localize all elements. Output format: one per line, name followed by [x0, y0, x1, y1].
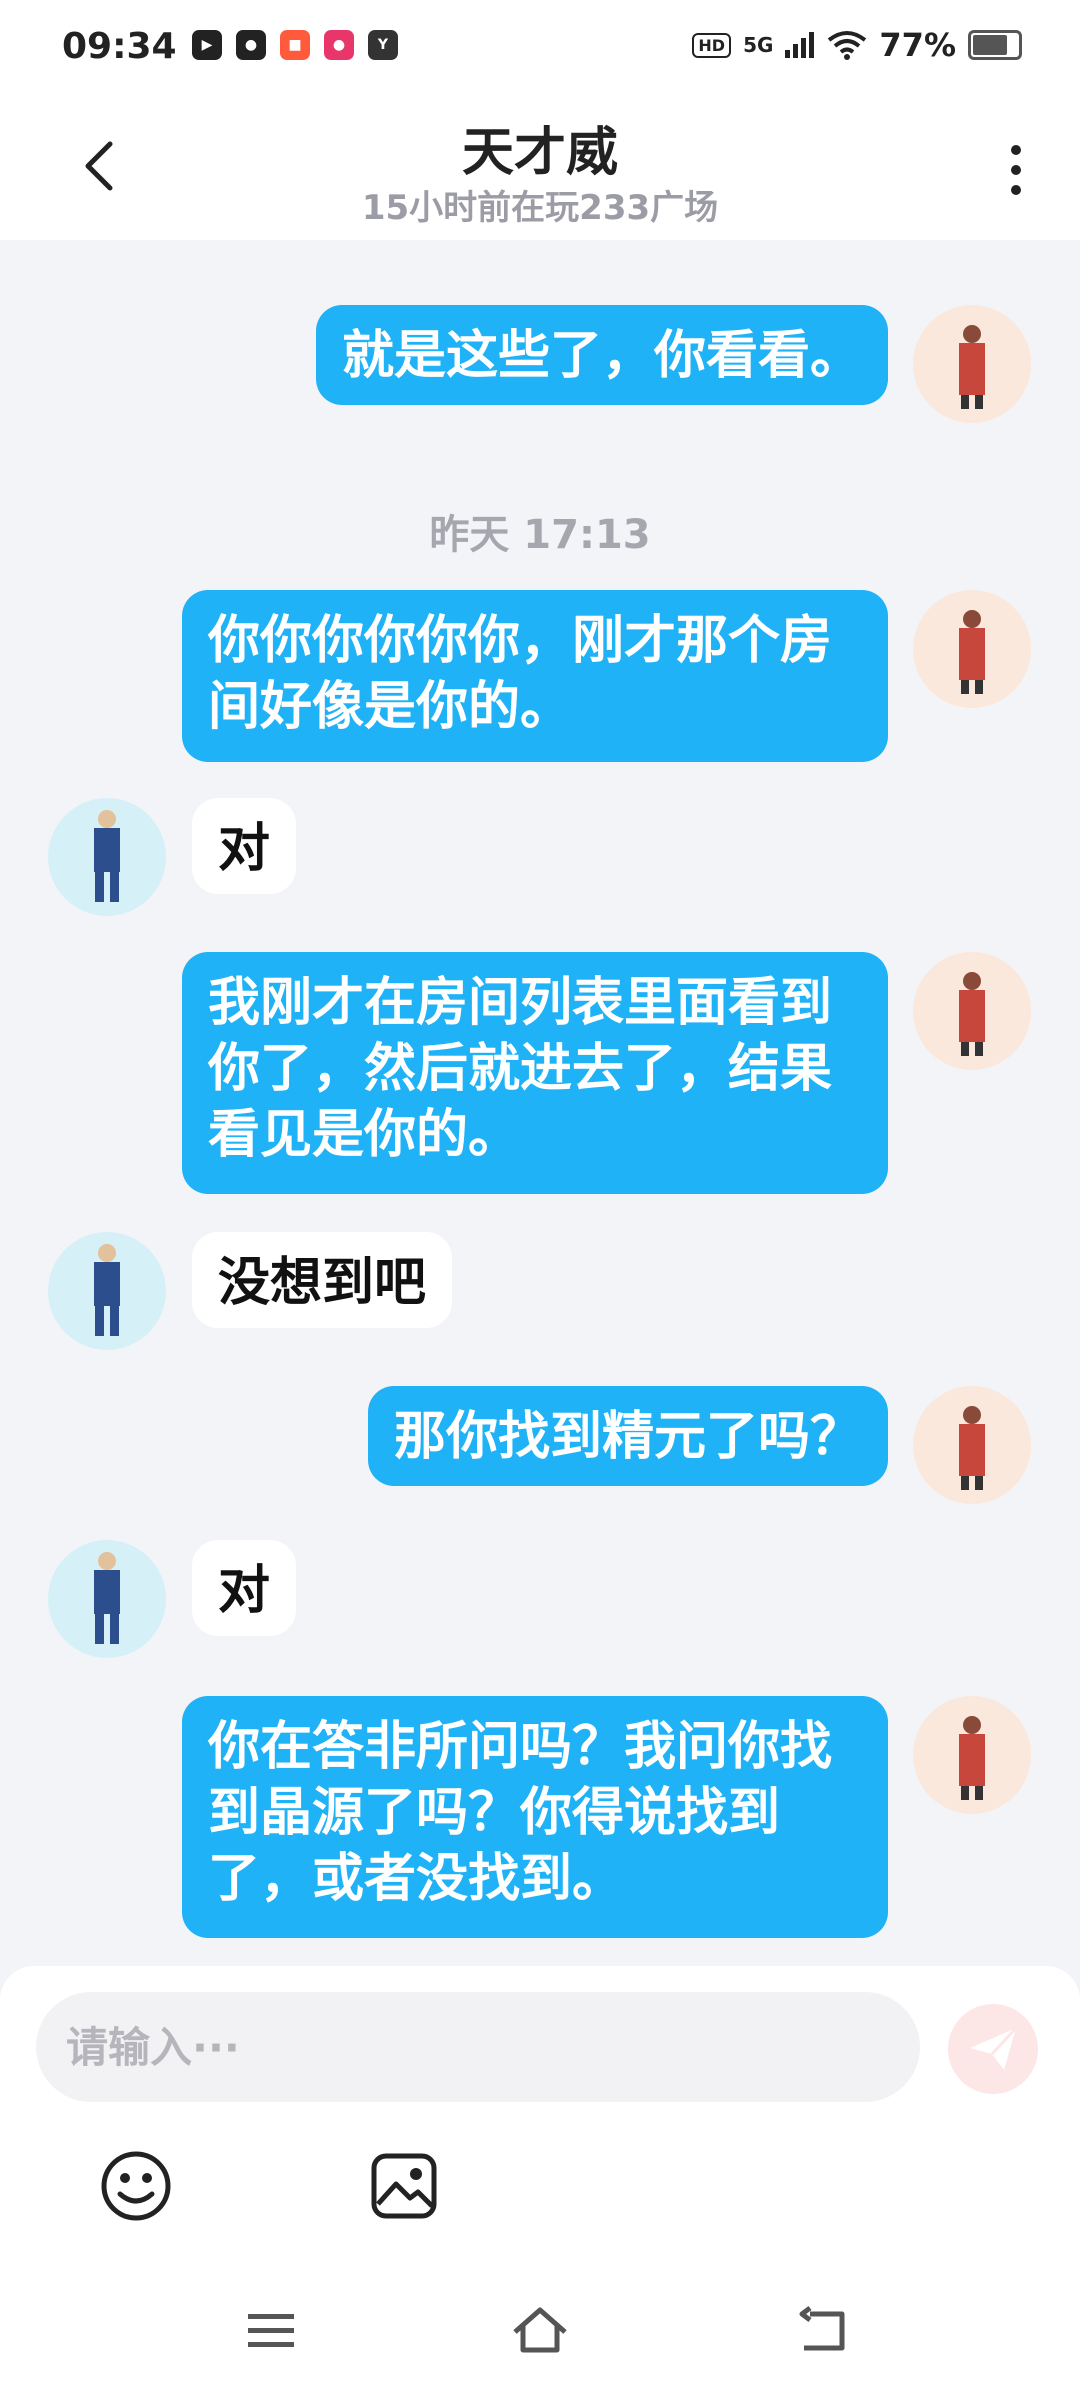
chat-bubble-contact[interactable]: 对: [192, 798, 297, 894]
my-avatar[interactable]: [913, 1386, 1031, 1504]
chat-bubble-contact[interactable]: 对: [192, 1540, 297, 1636]
composer-bar: [0, 1966, 1080, 2404]
battery-icon: [968, 30, 1022, 60]
chat-timestamp: 昨天 17:13: [429, 512, 651, 558]
kuaishou-icon: ■: [280, 30, 310, 60]
chat-bubble-mine[interactable]: 你在答非所问吗？我问你找到晶源了吗？你得说找到了，或者没找到。: [182, 1696, 888, 1938]
avatar-character-image: [959, 1406, 985, 1490]
my-avatar[interactable]: [913, 305, 1031, 423]
contact-avatar[interactable]: [48, 798, 166, 916]
chat-bubble-mine[interactable]: 就是这些了，你看看。: [315, 305, 888, 405]
message-input[interactable]: [36, 1992, 920, 2102]
my-avatar[interactable]: [913, 590, 1031, 708]
hd-icon: HD: [692, 32, 732, 58]
youku-icon: Y: [368, 30, 398, 60]
my-avatar[interactable]: [913, 952, 1031, 1070]
chat-bubble-contact[interactable]: 没想到吧: [192, 1232, 453, 1328]
contact-avatar[interactable]: [48, 1540, 166, 1658]
avatar-character-image: [959, 610, 985, 694]
contact-avatar[interactable]: [48, 1232, 166, 1350]
contact-name: 天才威: [461, 123, 618, 183]
chat-header: 天才威 15小时前在玩233广场: [0, 100, 1080, 240]
chat-bubble-mine[interactable]: 我刚才在房间列表里面看到你了，然后就进去了，结果看见是你的。: [182, 952, 888, 1194]
chat-bubble-mine[interactable]: 你你你你你你，刚才那个房间好像是你的。: [182, 590, 888, 762]
pinduoduo-icon: ●: [324, 30, 354, 60]
avatar-character-image: [959, 325, 985, 409]
back-nav-icon[interactable]: [790, 2300, 860, 2360]
avatar-character-image: [94, 810, 120, 902]
emoji-icon[interactable]: [96, 2146, 176, 2226]
status-time: 09:34: [62, 26, 177, 67]
status-right: HD 5G 77%: [692, 26, 1022, 64]
contact-status: 15小时前在玩233广场: [361, 188, 719, 228]
menu-nav-icon[interactable]: [236, 2300, 306, 2360]
bilibili-icon: ▶: [192, 30, 222, 60]
more-options-icon[interactable]: [996, 140, 1036, 200]
chat-bubble-mine[interactable]: 那你找到精元了吗？: [367, 1386, 888, 1486]
home-nav-icon[interactable]: [505, 2300, 575, 2360]
avatar-character-image: [94, 1244, 120, 1336]
send-icon: [970, 2026, 1018, 2070]
avatar-character-image: [959, 1716, 985, 1800]
image-icon[interactable]: [364, 2146, 444, 2226]
status-bar: 09:34 ▶ ● ■ ● Y HD 5G 77%: [0, 0, 1080, 100]
avatar-character-image: [959, 972, 985, 1056]
battery-percent: 77%: [879, 26, 956, 64]
signal-icon: [785, 32, 815, 58]
wifi-icon: [828, 31, 867, 60]
avatar-character-image: [94, 1552, 120, 1644]
status-app-icons: ▶ ● ■ ● Y: [192, 30, 398, 60]
send-button[interactable]: [948, 2004, 1038, 2094]
network-label: 5G: [743, 33, 774, 57]
my-avatar[interactable]: [913, 1696, 1031, 1814]
du-icon: ●: [236, 30, 266, 60]
